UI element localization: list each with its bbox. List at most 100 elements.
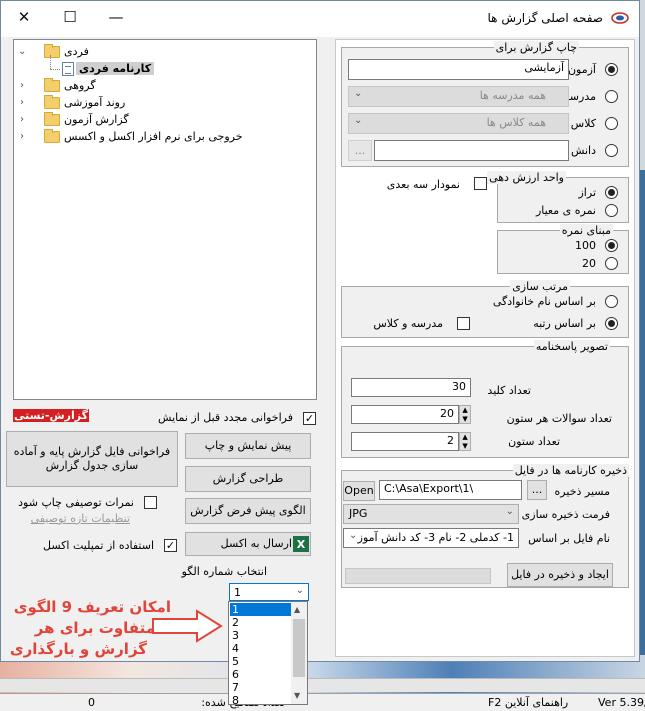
template-option-4[interactable]: 4	[230, 642, 292, 655]
reload-before-show-checkbox[interactable]: ✓	[303, 412, 316, 425]
school-value: همه مدرسه ها	[479, 89, 546, 102]
create-save-file-button[interactable]: ایجاد و ذخیره در فایل	[507, 563, 613, 587]
chevron-down-icon: ⌄	[354, 115, 363, 126]
save-path-field[interactable]: C:\Asa\Export\1\	[379, 480, 522, 500]
base-20-label: 20	[582, 257, 596, 270]
chevron-down-icon[interactable]: ▼	[294, 691, 300, 700]
close-button[interactable]: ✕	[1, 1, 47, 33]
exam-label: آزمون	[567, 63, 596, 76]
online-help-label[interactable]: راهنمای آنلاین F2	[488, 696, 568, 709]
student-radio[interactable]	[605, 144, 618, 157]
template-option-8[interactable]: 8	[230, 694, 292, 704]
column-count-spinner[interactable]: ▲ ▼	[459, 432, 471, 451]
maximize-button[interactable]: ☐	[47, 1, 93, 33]
chevron-right-icon[interactable]: ›	[20, 112, 30, 128]
school-radio[interactable]	[605, 90, 618, 103]
chart-3d-checkbox[interactable]	[474, 177, 487, 190]
school-class-label: مدرسه و کلاس	[373, 317, 443, 330]
taraz-radio[interactable]	[605, 186, 618, 199]
template-option-5[interactable]: 5	[230, 655, 292, 668]
sort-family-radio[interactable]	[605, 295, 618, 308]
chevron-up-icon[interactable]: ▲	[294, 605, 300, 614]
tree-connector	[50, 69, 60, 70]
template-option-3[interactable]: 3	[230, 629, 292, 642]
reload-base-report-button[interactable]: فراخوانی فایل گزارش پایه و آماده سازی جد…	[6, 431, 178, 487]
minimize-button[interactable]: —	[93, 1, 139, 33]
tree-item-exam-report[interactable]: › گزارش آزمون	[18, 112, 308, 128]
base-20-radio[interactable]	[605, 257, 618, 270]
preview-print-button[interactable]: پیش نمایش و چاپ	[185, 433, 311, 459]
tree-item-individual-report-card[interactable]: کارنامه فردی	[18, 55, 308, 77]
chevron-right-icon[interactable]: ›	[20, 78, 30, 94]
template-option-2[interactable]: 2	[230, 616, 292, 629]
report-dialog: ✕ ☐ — صفحه اصلی گزارش ها ⌄ فردی کارنامه …	[0, 0, 640, 662]
excel-template-label: استفاده از تمپلیت اکسل	[43, 539, 154, 552]
descriptive-grades-label: نمرات توصیفی چاپ شود	[18, 496, 134, 509]
chevron-down-icon[interactable]: ⌄	[18, 44, 28, 60]
chart-3d-label: نمودار سه بعدی	[386, 178, 460, 191]
chevron-right-icon[interactable]: ›	[20, 129, 30, 145]
class-select[interactable]: ⌄ همه کلاس ها	[348, 113, 569, 134]
save-path-label: مسیر ذخیره	[554, 485, 610, 498]
status-bar: تعداد تصحیح شده: 0 راهنمای آنلاین F2 Ver…	[0, 693, 645, 711]
student-field[interactable]	[374, 140, 569, 161]
chevron-down-icon: ⌄	[354, 88, 363, 99]
tree-item-label: فردی	[64, 45, 89, 58]
filename-basis-select[interactable]: ⌄ 1- کدملی 2- نام 3- کد دانش آموز	[343, 528, 519, 548]
chevron-right-icon[interactable]: ›	[20, 95, 30, 111]
student-browse-button[interactable]: ...	[348, 140, 372, 161]
base-100-radio[interactable]	[605, 239, 618, 252]
dropdown-scrollbar[interactable]: ▲ ▼	[291, 602, 307, 704]
descriptive-grades-checkbox[interactable]	[144, 496, 157, 509]
report-tree[interactable]: ⌄ فردی کارنامه فردی › گروهی › روند آموزش…	[13, 39, 317, 400]
tree-connector	[50, 55, 51, 69]
tree-item-individual[interactable]: ⌄ فردی	[18, 44, 308, 60]
template-option-7[interactable]: 7	[230, 681, 292, 694]
exam-radio[interactable]	[605, 63, 618, 76]
open-folder-button[interactable]: Open	[343, 481, 375, 501]
tree-item-excel-export[interactable]: › خروجی برای نرم افزار اکسل و اکسس	[18, 129, 308, 145]
tree-item-label: خروجی برای نرم افزار اکسل و اکسس	[64, 130, 243, 143]
chevron-down-icon: ⌄	[505, 506, 514, 517]
save-format-value: JPG	[349, 507, 368, 520]
tree-item-label: گروهی	[64, 79, 96, 92]
sort-family-label: بر اساس نام خانوادگی	[492, 295, 596, 308]
background-scrollbar[interactable]	[0, 678, 645, 692]
test-report-badge: گزارش-تستی	[13, 409, 89, 422]
questions-per-column-spinner[interactable]: ▲ ▼	[459, 405, 471, 424]
default-template-button[interactable]: الگوی پیش فرض گزارش	[185, 498, 311, 524]
class-radio[interactable]	[605, 117, 618, 130]
key-count-field[interactable]: 30	[351, 378, 471, 397]
questions-per-column-field[interactable]: 20	[351, 405, 459, 424]
send-to-excel-button[interactable]: X ارسال به اکسل	[185, 532, 311, 556]
template-option-1[interactable]: 1	[230, 603, 292, 616]
tree-item-education-trend[interactable]: › روند آموزشی	[18, 95, 308, 111]
excel-icon: X	[293, 536, 309, 552]
save-format-select[interactable]: JPG ⌄	[343, 504, 519, 524]
save-file-title: ذخیره کارنامه ها در فایل	[512, 464, 629, 477]
column-count-field[interactable]: 2	[351, 432, 459, 451]
descriptive-settings-link[interactable]: تنظیمات تازه توصیفی	[31, 512, 130, 525]
template-option-6[interactable]: 6	[230, 668, 292, 681]
class-label: کلاس	[570, 117, 596, 130]
chevron-down-icon: ⌄	[349, 530, 358, 541]
chevron-down-icon: ⌄	[295, 585, 304, 596]
window-title: صفحه اصلی گزارش ها	[487, 11, 603, 25]
annotation-line-3: گزارش و بارگذاری	[9, 640, 147, 658]
template-number-select[interactable]: 1 ⌄	[229, 583, 309, 601]
template-number-dropdown[interactable]: 1 2 3 4 5 6 7 8 ▲ ▼	[228, 601, 308, 705]
excel-template-checkbox[interactable]: ✓	[164, 539, 177, 552]
sort-rank-radio[interactable]	[605, 317, 618, 330]
key-count-label: تعداد کلید	[487, 384, 531, 397]
score-unit-title: واحد ارزش دهی	[487, 171, 566, 184]
tree-item-group[interactable]: › گروهی	[18, 78, 308, 94]
exam-field[interactable]: آزمایشی	[348, 59, 569, 80]
scroll-thumb[interactable]	[293, 619, 305, 677]
folder-icon	[44, 78, 60, 92]
school-select[interactable]: ⌄ همه مدرسه ها	[348, 86, 569, 107]
save-path-browse-button[interactable]: ...	[527, 480, 547, 500]
design-report-button[interactable]: طراحی گزارش	[185, 466, 311, 492]
school-class-checkbox[interactable]	[457, 317, 470, 330]
folder-icon	[44, 129, 60, 143]
standard-grade-radio[interactable]	[605, 204, 618, 217]
